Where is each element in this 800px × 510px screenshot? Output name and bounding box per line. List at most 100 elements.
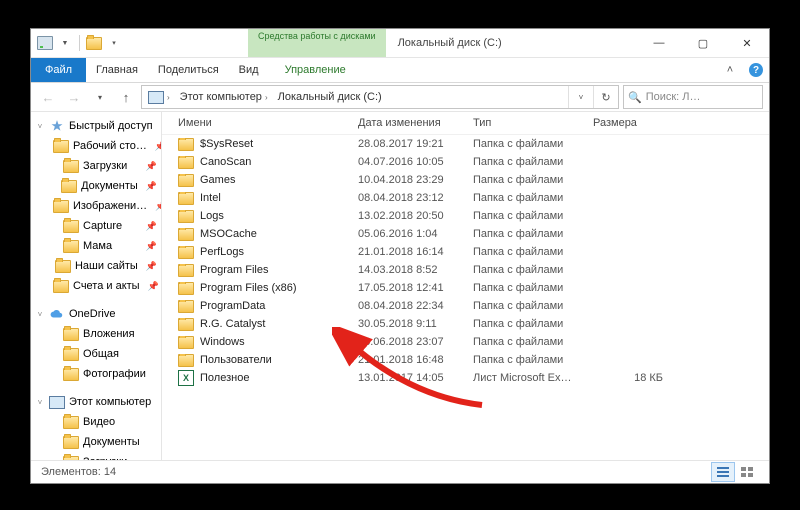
refresh-button[interactable]: ↻: [593, 86, 618, 108]
sidebar-item-label: Мама: [83, 240, 112, 252]
search-input[interactable]: 🔍 Поиск: Л…: [623, 85, 763, 109]
sidebar-item[interactable]: Загрузки: [31, 452, 161, 460]
sidebar-item[interactable]: Вложения: [31, 324, 161, 344]
col-name[interactable]: Имени: [162, 117, 358, 129]
nav-back-button[interactable]: ←: [37, 86, 59, 108]
titlebar: ▼ ▾ Средства работы с дисками Локальный …: [31, 29, 769, 58]
pin-icon: 📌: [146, 261, 157, 272]
file-row[interactable]: R.G. Catalyst 30.05.2018 9:11 Папка с фа…: [162, 315, 769, 333]
pin-icon: 📌: [146, 181, 157, 192]
sidebar-item-label: Фотографии: [83, 368, 146, 380]
sidebar-item[interactable]: Capture 📌: [31, 216, 161, 236]
sidebar-item-label: Вложения: [83, 328, 135, 340]
tab-home[interactable]: Главная: [86, 58, 148, 82]
file-date: 10.04.2018 23:29: [358, 174, 473, 186]
folder-icon: [53, 198, 69, 214]
qa-dropdown-icon[interactable]: ▼: [57, 35, 73, 51]
file-row[interactable]: Intel 08.04.2018 23:12 Папка с файлами: [162, 189, 769, 207]
help-button[interactable]: ?: [743, 58, 769, 82]
pin-icon: 📌: [155, 201, 161, 212]
nav-up-button[interactable]: ↑: [115, 86, 137, 108]
folder-icon: [178, 192, 194, 205]
file-date: 21.01.2018 16:48: [358, 354, 473, 366]
col-type[interactable]: Тип: [473, 117, 593, 129]
sidebar-item[interactable]: Изображени… 📌: [31, 196, 161, 216]
file-name: Пользователи: [200, 354, 272, 366]
view-large-button[interactable]: [735, 462, 759, 482]
folder-icon: [63, 238, 79, 254]
nav-recent-icon[interactable]: ▾: [89, 86, 111, 108]
file-row[interactable]: Program Files (x86) 17.05.2018 12:41 Пап…: [162, 279, 769, 297]
file-name: $SysReset: [200, 138, 253, 150]
status-count-label: Элементов:: [41, 466, 101, 478]
file-type: Папка с файлами: [473, 174, 593, 186]
nav-quick-access[interactable]: ˅Быстрый доступ: [31, 116, 161, 136]
folder-icon: [178, 210, 194, 223]
view-details-button[interactable]: [711, 462, 735, 482]
sidebar-item[interactable]: Мама 📌: [31, 236, 161, 256]
file-row[interactable]: Program Files 14.03.2018 8:52 Папка с фа…: [162, 261, 769, 279]
folder-icon: [63, 434, 79, 450]
file-date: 08.04.2018 23:12: [358, 192, 473, 204]
file-row[interactable]: $SysReset 28.08.2017 19:21 Папка с файла…: [162, 135, 769, 153]
sidebar-item[interactable]: Документы 📌: [31, 176, 161, 196]
sidebar-item[interactable]: Наши сайты 📌: [31, 256, 161, 276]
nav-onedrive[interactable]: ˅OneDrive: [31, 304, 161, 324]
file-row[interactable]: Windows 13.06.2018 23:07 Папка с файлами: [162, 333, 769, 351]
sidebar-item[interactable]: Общая: [31, 344, 161, 364]
file-row[interactable]: PerfLogs 21.01.2018 16:14 Папка с файлам…: [162, 243, 769, 261]
sidebar-item-label: Рабочий сто…: [73, 140, 147, 152]
sidebar-item-label: Наши сайты: [75, 260, 138, 272]
file-row[interactable]: Logs 13.02.2018 20:50 Папка с файлами: [162, 207, 769, 225]
search-placeholder: Поиск: Л…: [646, 91, 701, 103]
collapse-ribbon-icon[interactable]: ˄: [717, 58, 743, 82]
sidebar-item[interactable]: Видео: [31, 412, 161, 432]
folder-icon: [63, 218, 79, 234]
file-type: Папка с файлами: [473, 156, 593, 168]
crumb-thispc[interactable]: Этот компьютер›: [174, 86, 272, 108]
crumb-root-icon[interactable]: ›: [142, 86, 174, 108]
pin-icon: 📌: [146, 161, 157, 172]
maximize-button[interactable]: ▢: [681, 29, 725, 57]
address-box[interactable]: › Этот компьютер› Локальный диск (C:) ˅ …: [141, 85, 619, 109]
sidebar-item[interactable]: Загрузки 📌: [31, 156, 161, 176]
tab-view[interactable]: Вид: [229, 58, 269, 82]
file-date: 13.06.2018 23:07: [358, 336, 473, 348]
sidebar-item[interactable]: Документы: [31, 432, 161, 452]
col-size[interactable]: Размера: [593, 117, 663, 129]
file-name: PerfLogs: [200, 246, 244, 258]
sidebar-item-label: Документы: [83, 436, 140, 448]
folder-icon: [178, 228, 194, 241]
file-row[interactable]: ProgramData 08.04.2018 22:34 Папка с фай…: [162, 297, 769, 315]
crumb-drive[interactable]: Локальный диск (C:): [272, 86, 386, 108]
file-row[interactable]: XПолезное 13.01.2017 14:05 Лист Microsof…: [162, 369, 769, 387]
sidebar-item[interactable]: Фотографии: [31, 364, 161, 384]
qa-overflow-icon[interactable]: ▾: [106, 35, 122, 51]
tab-share[interactable]: Поделиться: [148, 58, 229, 82]
addr-dropdown-icon[interactable]: ˅: [568, 86, 593, 108]
nav-thispc[interactable]: ˅Этот компьютер: [31, 392, 161, 412]
file-row[interactable]: Пользователи 21.01.2018 16:48 Папка с фа…: [162, 351, 769, 369]
col-date[interactable]: Дата изменения: [358, 117, 473, 129]
file-tab[interactable]: Файл: [31, 58, 86, 82]
close-button[interactable]: ✕: [725, 29, 769, 57]
folder-icon: [61, 178, 77, 194]
minimize-button[interactable]: —: [637, 29, 681, 57]
file-row[interactable]: Games 10.04.2018 23:29 Папка с файлами: [162, 171, 769, 189]
pin-icon: 📌: [148, 281, 159, 292]
folder-icon: [178, 246, 194, 259]
folder-icon: [53, 138, 69, 154]
nav-forward-button[interactable]: →: [63, 86, 85, 108]
sidebar-item[interactable]: Рабочий сто… 📌: [31, 136, 161, 156]
file-size: 18 КБ: [593, 372, 673, 384]
file-row[interactable]: CanoScan 04.07.2016 10:05 Папка с файлам…: [162, 153, 769, 171]
folder-icon: [63, 326, 79, 342]
file-date: 08.04.2018 22:34: [358, 300, 473, 312]
file-date: 13.01.2017 14:05: [358, 372, 473, 384]
sidebar-item[interactable]: Счета и акты 📌: [31, 276, 161, 296]
pc-icon: [49, 394, 65, 410]
tab-manage[interactable]: Управление: [275, 58, 356, 82]
file-row[interactable]: MSOCache 05.06.2016 1:04 Папка с файлами: [162, 225, 769, 243]
window-buttons: — ▢ ✕: [637, 29, 769, 57]
column-headers: Имени Дата изменения Тип Размера: [162, 112, 769, 135]
